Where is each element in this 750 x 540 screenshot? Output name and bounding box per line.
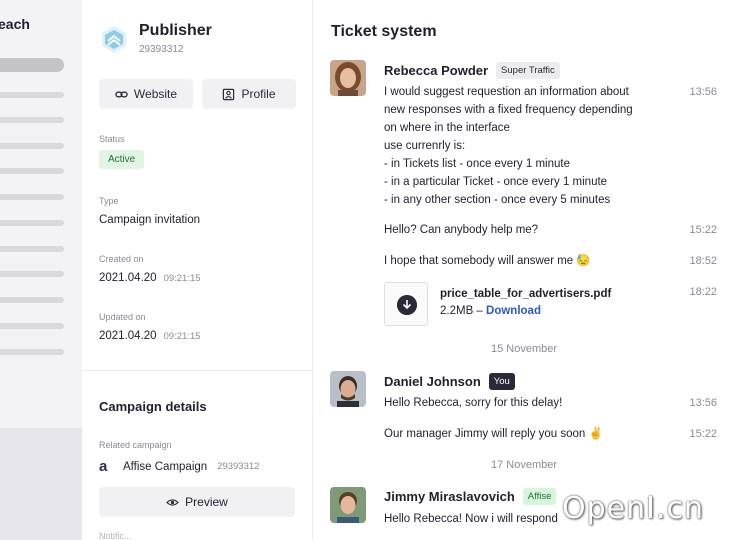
- type-label: Type: [99, 196, 119, 206]
- sender-name: Jimmy Miraslavovich: [384, 489, 515, 504]
- message-text: I hope that somebody will answer me 😓: [384, 255, 591, 267]
- publisher-id: 29393312: [139, 44, 184, 55]
- sidebar-item[interactable]: [0, 220, 64, 226]
- notification-label-partial: Notific...: [99, 531, 132, 540]
- updated-time: 09:21:15: [163, 331, 201, 342]
- sidebar-item[interactable]: [0, 117, 64, 123]
- pdf-thumbnail[interactable]: [384, 282, 428, 326]
- day-separator: 17 November: [490, 459, 558, 471]
- section-divider: [82, 370, 313, 371]
- updated-label: Updated on: [99, 312, 146, 322]
- message-time: 15:22: [689, 224, 717, 236]
- campaign-details-title: Campaign details: [99, 399, 207, 414]
- message-text: I would suggest requestion an informatio…: [384, 86, 633, 206]
- download-link[interactable]: Download: [486, 305, 541, 317]
- sender-jimmy: Jimmy Miraslavovich Affise: [384, 488, 557, 505]
- sidebar-item[interactable]: [0, 323, 64, 329]
- download-icon[interactable]: [397, 295, 417, 315]
- message-time: 13:56: [689, 86, 717, 98]
- eye-icon: [166, 498, 180, 506]
- chat-title: Ticket system: [331, 23, 437, 40]
- updated-value: 2021.04.20 09:21:15: [99, 330, 201, 342]
- type-value: Campaign invitation: [99, 214, 201, 226]
- file-name[interactable]: price_table_for_advertisers.pdf: [440, 288, 611, 300]
- sidebar-item-active[interactable]: [0, 58, 64, 72]
- status-badge: Active: [99, 150, 145, 169]
- created-label: Created on: [99, 254, 144, 264]
- file-attachment[interactable]: price_table_for_advertisers.pdf 2.2MB – …: [384, 282, 611, 326]
- sidebar-item[interactable]: [0, 246, 64, 252]
- sidebar-item[interactable]: [0, 349, 64, 355]
- sender-daniel: Daniel Johnson You: [384, 373, 515, 390]
- status-label: Status: [99, 134, 125, 144]
- avatar-daniel: [330, 371, 366, 407]
- sender-name: Daniel Johnson: [384, 374, 481, 389]
- publisher-details-panel: Publisher 29393312 Website Profile Statu…: [82, 0, 313, 540]
- sidebar-item[interactable]: [0, 297, 64, 303]
- publisher-name: Publisher: [139, 22, 212, 39]
- preview-button-label: Preview: [185, 495, 228, 509]
- preview-button[interactable]: Preview: [99, 487, 295, 517]
- avatar-jimmy: [330, 487, 366, 523]
- publisher-logo-icon: [102, 26, 126, 53]
- message-time: 18:52: [689, 255, 717, 267]
- file-size: 2.2MB –: [440, 305, 483, 317]
- sidebar-item[interactable]: [0, 143, 64, 149]
- created-date: 2021.04.20: [99, 272, 157, 284]
- profile-button-label: Profile: [241, 87, 276, 101]
- related-campaign-id: 29393312: [217, 461, 260, 472]
- related-campaign-label: Related campaign: [99, 440, 172, 450]
- message-time: 13:56: [689, 397, 717, 409]
- link-icon: [115, 91, 128, 97]
- updated-date: 2021.04.20: [99, 330, 157, 342]
- profile-icon: [223, 88, 235, 100]
- message-time: 18:22: [689, 286, 717, 298]
- sidebar-item[interactable]: [0, 194, 64, 200]
- avatar-rebecca: [330, 60, 366, 96]
- sender-rebecca: Rebecca Powder Super Traffic: [384, 62, 560, 79]
- sidebar-item[interactable]: [0, 271, 64, 277]
- website-button[interactable]: Website: [99, 79, 193, 109]
- sender-name: Rebecca Powder: [384, 63, 489, 78]
- sidebar-item[interactable]: [0, 92, 64, 98]
- related-campaign-name: Affise Campaign: [123, 460, 208, 473]
- message-time: 15:22: [689, 428, 717, 440]
- related-campaign[interactable]: a Affise Campaign 29393312: [99, 458, 259, 475]
- created-time: 09:21:15: [163, 273, 201, 284]
- watermark: OpenI.cn: [562, 491, 705, 526]
- ticket-chat-panel: Ticket system Rebecca Powder Super Traff…: [313, 0, 750, 540]
- sender-tag: Affise: [522, 488, 557, 505]
- sidebar-item[interactable]: [0, 168, 64, 174]
- created-value: 2021.04.20 09:21:15: [99, 272, 201, 284]
- day-separator: 15 November: [490, 343, 558, 355]
- app-sidebar: each: [0, 0, 82, 540]
- sidebar-footer-area: [0, 428, 82, 540]
- affise-logo-icon: a: [99, 458, 108, 475]
- message-text: Hello? Can anybody help me?: [384, 224, 539, 236]
- sender-tag: Super Traffic: [496, 62, 560, 79]
- profile-button[interactable]: Profile: [202, 79, 296, 109]
- sidebar-brand: each: [0, 16, 30, 32]
- message-text: Hello Rebecca, sorry for this delay!: [384, 397, 563, 409]
- website-button-label: Website: [133, 87, 178, 101]
- message-text: Our manager Jimmy will reply you soon ✌: [384, 428, 603, 440]
- file-meta: 2.2MB – Download: [440, 305, 611, 317]
- sender-tag: You: [488, 373, 515, 390]
